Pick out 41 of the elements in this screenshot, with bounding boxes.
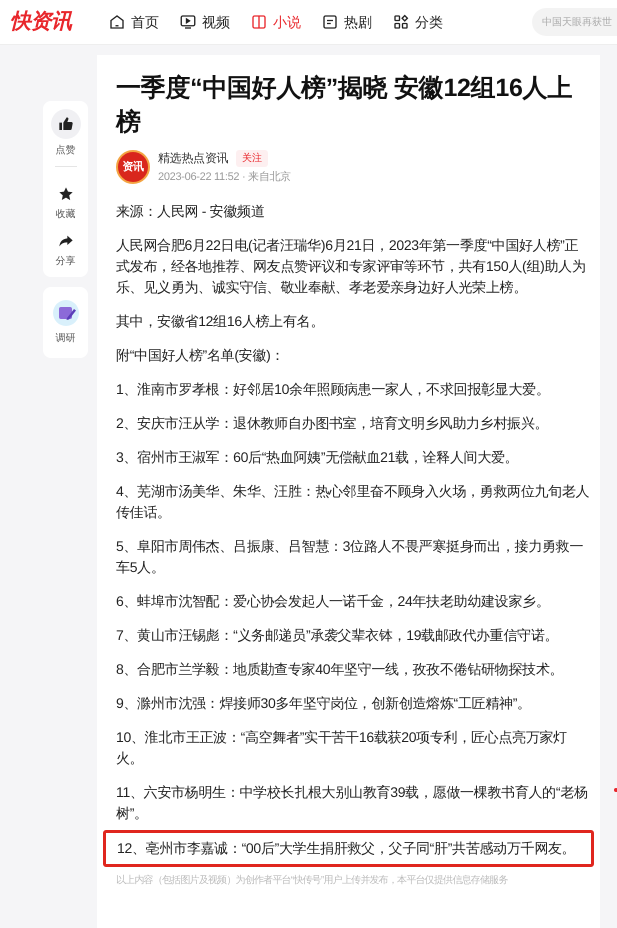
article-paragraph: 2、安庆市汪从学：退休教师自办图书室，培育文明乡风助力乡村振兴。 (116, 414, 550, 432)
survey-pen-icon (52, 299, 80, 327)
highlighted-paragraph: 12、亳州市李嘉诚：“00后”大学生捐肝救父，父子同“肝”共苦感动万千网友。 (103, 830, 594, 866)
disclaimer-text: 以上内容（包括图片及视频）为创作者平台“快传号”用户上传并发布，本平台仅提供信息存储服务 (116, 874, 509, 886)
survey-button[interactable]: 调研 (52, 299, 80, 346)
article-paragraph: 来源：人民网 - 安徽频道 (116, 202, 266, 220)
search-field[interactable]: 中国天眼再获世 (532, 8, 617, 36)
nav-link[interactable]: 小说 (250, 12, 301, 32)
article-paragraph: 1、淮南市罗孝根：好邻居10余年照顾病患一家人，不求回报彰显大爱。 (116, 380, 550, 398)
video-icon (179, 13, 197, 31)
book-icon (250, 13, 268, 31)
article-paragraph: 11、六安市杨明生：中学校长扎根大别山教育39载，愿做一棵教书育人的“老杨树”。 (116, 782, 589, 822)
article-paragraph: 4、芜湖市汤美华、朱华、汪胜：热心邻里奋不顾身入火场，勇救两位九旬老人传佳话。 (116, 482, 590, 522)
article-paragraph: 8、合肥市兰学毅：地质勘查专家40年坚守一线，孜孜不倦钻研物探技术。 (116, 660, 564, 678)
nav-link[interactable]: 视频 (179, 12, 230, 32)
publish-meta: 2023-06-22 11:52 · 来自北京 (158, 170, 291, 185)
author-name[interactable]: 精选热点资讯 (158, 149, 228, 167)
list-icon (321, 13, 339, 31)
site-logo[interactable]: 快资讯 (10, 6, 88, 38)
share-arrow-icon (58, 233, 74, 249)
article-title: 一季度“中国好人榜”揭晓 安徽12组16人上榜 (116, 73, 573, 138)
article-paragraph: 5、阜阳市周伟杰、吕振康、吕智慧：3位路人不畏严寒挺身而出，接力勇救一车5人。 (116, 536, 584, 576)
home-icon (108, 13, 126, 31)
article-paragraph: 6、蚌埠市沈智配：爱心协会发起人一诺千金，24年扶老助幼建设家乡。 (116, 592, 550, 610)
article-paragraph: 7、黄山市汪锡彪：“义务邮递员”承袭父辈衣钵，19载邮政代办重信守诺。 (116, 626, 560, 644)
follow-button[interactable]: 关注 (236, 150, 268, 166)
article-paragraph: 10、淮北市王正波：“高空舞者”实干苦干16载获20项专利，匠心点亮万家灯火。 (116, 728, 568, 768)
article-paragraph: 3、宿州市王淑军：60后“热血阿姨”无偿献血21载，诠释人间大爱。 (116, 448, 520, 466)
nav-link[interactable]: 分类 (392, 12, 443, 32)
article-paragraph: 人民网合肥6月22日电(记者汪瑞华)6月21日，2023年第一季度“中国好人榜”正式发布，经各地推荐、网友点赞评议和专家评审等环节，共有150人(组)助人为乐、见义勇为、诚实守信、敬业奉献、孝老爱亲身边好人光荣上榜。 (116, 236, 587, 296)
sidebar-action[interactable]: 收藏 (56, 185, 76, 222)
article-paragraph: 其中，安徽省12组16人榜上有名。 (116, 312, 326, 330)
nav-link[interactable]: 首页 (108, 12, 159, 32)
grid-icon (392, 13, 410, 31)
nav-link[interactable]: 热剧 (321, 12, 372, 32)
article-paragraph: 9、滁州市沈强：焊接师30多年坚守岗位，创新创造熔炼“工匠精神”。 (116, 694, 532, 712)
star-icon (58, 186, 74, 202)
thumbs-up-icon (58, 116, 74, 132)
sidebar-action[interactable]: 分享 (56, 232, 76, 269)
article-paragraph: 附“中国好人榜”名单(安徽)： (116, 346, 286, 365)
author-avatar: 资讯 (116, 150, 150, 184)
